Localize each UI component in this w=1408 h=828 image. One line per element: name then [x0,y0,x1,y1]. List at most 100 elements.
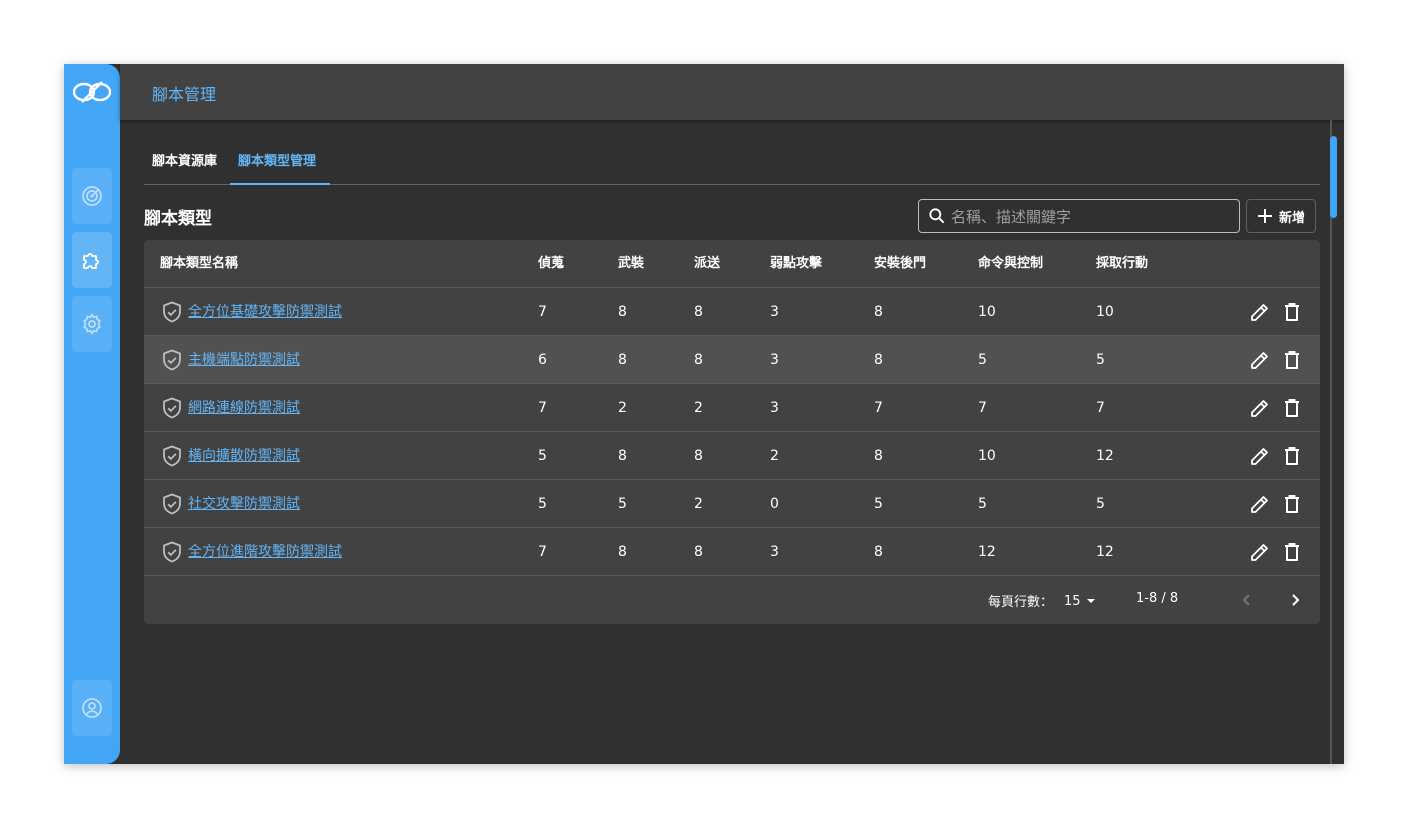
table-cell: 3 [770,400,779,416]
script-type-name-link[interactable]: 橫向擴散防禦測試 [188,448,300,464]
tab-script-type-management[interactable]: 腳本類型管理 [230,142,330,185]
table-cell: 7 [978,400,987,416]
table-cell: 6 [538,352,547,368]
edit-icon[interactable] [1248,540,1272,564]
plus-icon [1257,209,1272,223]
scrollbar-thumb[interactable] [1330,136,1337,218]
table-cell: 10 [978,304,996,320]
search-placeholder: 名稱、描述關鍵字 [951,207,1072,226]
table-cell: 8 [874,448,883,464]
rows-per-page-label: 每頁行數： [988,595,1054,610]
search-input[interactable]: 名稱、描述關鍵字 [918,199,1240,233]
script-type-name: 網路連線防禦測試 [188,384,300,432]
column-header[interactable]: 派送 [694,240,720,288]
edit-icon[interactable] [1248,348,1272,372]
delete-icon[interactable] [1280,396,1304,420]
rows-per-page-select[interactable]: 15 [1064,591,1101,611]
chevron-left-icon[interactable] [1235,588,1259,612]
tab-script-library[interactable]: 腳本資源庫 [152,142,217,185]
table-cell: 8 [694,304,703,320]
script-type-name-link[interactable]: 網路連線防禦測試 [188,400,300,416]
account-icon [82,698,102,718]
table-cell: 12 [1096,544,1114,560]
add-button[interactable]: 新增 [1246,199,1316,233]
table-cell: 7 [538,400,547,416]
chevron-right-icon[interactable] [1283,588,1307,612]
table-cell: 5 [978,496,987,512]
table-cell: 5 [538,496,547,512]
script-type-table: 腳本類型名稱 偵蒐 武裝 派送 弱點攻擊 安裝後門 命令與控制 採取行動 全方位… [144,240,1320,624]
delete-icon[interactable] [1280,300,1304,324]
column-header[interactable]: 武裝 [618,240,644,288]
column-header[interactable]: 腳本類型名稱 [160,240,238,288]
search-icon [929,208,945,224]
logo-icon[interactable] [70,78,114,106]
script-type-name-link[interactable]: 全方位基礎攻擊防禦測試 [188,304,342,320]
puzzle-icon [83,253,99,269]
table-cell: 3 [770,352,779,368]
radar-icon [82,186,102,206]
edit-icon[interactable] [1248,396,1272,420]
main-content: 腳本資源庫 腳本類型管理 腳本類型 名稱、描述關鍵字 新增 腳本類型名稱 偵蒐 [120,120,1344,764]
table-cell: 2 [618,400,627,416]
script-type-name-link[interactable]: 全方位進階攻擊防禦測試 [188,544,342,560]
shield-check-icon [163,541,181,563]
delete-icon[interactable] [1280,492,1304,516]
table-cell: 2 [694,496,703,512]
table-cell: 7 [1096,400,1105,416]
table-cell: 5 [538,448,547,464]
table-cell: 2 [770,448,779,464]
delete-icon[interactable] [1280,444,1304,468]
edit-icon[interactable] [1248,444,1272,468]
top-bar: 腳本管理 [120,64,1344,120]
table-cell: 12 [1096,448,1114,464]
delete-icon[interactable] [1280,540,1304,564]
table-row: 全方位進階攻擊防禦測試 7 8 8 3 8 12 12 [144,528,1320,576]
table-footer: 每頁行數： 15 1-8 / 8 [144,576,1320,624]
sidebar [64,64,120,764]
pagination-range: 1-8 / 8 [1136,591,1179,606]
sidebar-item-radar[interactable] [72,168,112,224]
rows-per-page-value: 15 [1064,593,1081,609]
delete-icon[interactable] [1280,348,1304,372]
script-type-name-link[interactable]: 主機端點防禦測試 [188,352,300,368]
table-cell: 8 [618,448,627,464]
table-row: 主機端點防禦測試 6 8 8 3 8 5 5 [144,336,1320,384]
sidebar-item-account[interactable] [72,680,112,736]
script-type-name: 橫向擴散防禦測試 [188,432,300,480]
table-cell: 7 [538,544,547,560]
shield-check-icon [163,397,181,419]
shield-check-icon [163,493,181,515]
sidebar-item-scripts[interactable] [72,232,112,288]
script-type-name-link[interactable]: 社交攻擊防禦測試 [188,496,300,512]
column-header[interactable]: 採取行動 [1096,240,1148,288]
table-cell: 8 [618,544,627,560]
edit-icon[interactable] [1248,300,1272,324]
table-cell: 5 [978,352,987,368]
table-cell: 12 [978,544,996,560]
table-cell: 5 [874,496,883,512]
column-header[interactable]: 弱點攻擊 [770,240,822,288]
table-cell: 2 [694,400,703,416]
table-row: 社交攻擊防禦測試 5 5 2 0 5 5 5 [144,480,1320,528]
table-cell: 3 [770,304,779,320]
column-header[interactable]: 安裝後門 [874,240,926,288]
table-cell: 10 [978,448,996,464]
table-cell: 5 [1096,352,1105,368]
gear-icon [83,313,101,335]
table-cell: 3 [770,544,779,560]
script-type-name: 社交攻擊防禦測試 [188,480,300,528]
column-header[interactable]: 命令與控制 [978,240,1043,288]
table-cell: 8 [874,304,883,320]
app-window: 腳本管理 腳本資源庫 腳本類型管理 腳本類型 名稱、描述關鍵字 新增 腳本類型名… [64,64,1344,764]
table-row: 網路連線防禦測試 7 2 2 3 7 7 7 [144,384,1320,432]
table-cell: 0 [770,496,779,512]
table-cell: 10 [1096,304,1114,320]
table-cell: 8 [618,304,627,320]
table-cell: 7 [538,304,547,320]
edit-icon[interactable] [1248,492,1272,516]
script-type-name: 全方位進階攻擊防禦測試 [188,528,342,576]
table-cell: 5 [1096,496,1105,512]
sidebar-item-settings[interactable] [72,296,112,352]
column-header[interactable]: 偵蒐 [538,240,564,288]
